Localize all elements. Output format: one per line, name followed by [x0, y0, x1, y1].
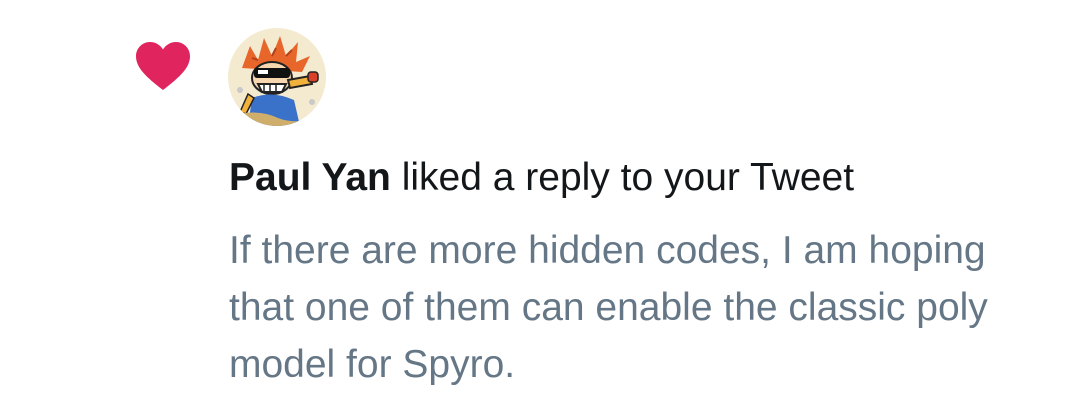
notification-headline: Paul Yan liked a reply to your Tweet	[229, 150, 1049, 206]
heart-icon	[136, 42, 190, 90]
user-name[interactable]: Paul Yan	[229, 156, 391, 199]
avatar[interactable]	[228, 28, 326, 126]
like-notification[interactable]: Paul Yan liked a reply to your Tweet If …	[0, 0, 1080, 416]
action-text: liked a reply to your Tweet	[390, 156, 855, 199]
tweet-text: If there are more hidden codes, I am hop…	[229, 229, 988, 386]
